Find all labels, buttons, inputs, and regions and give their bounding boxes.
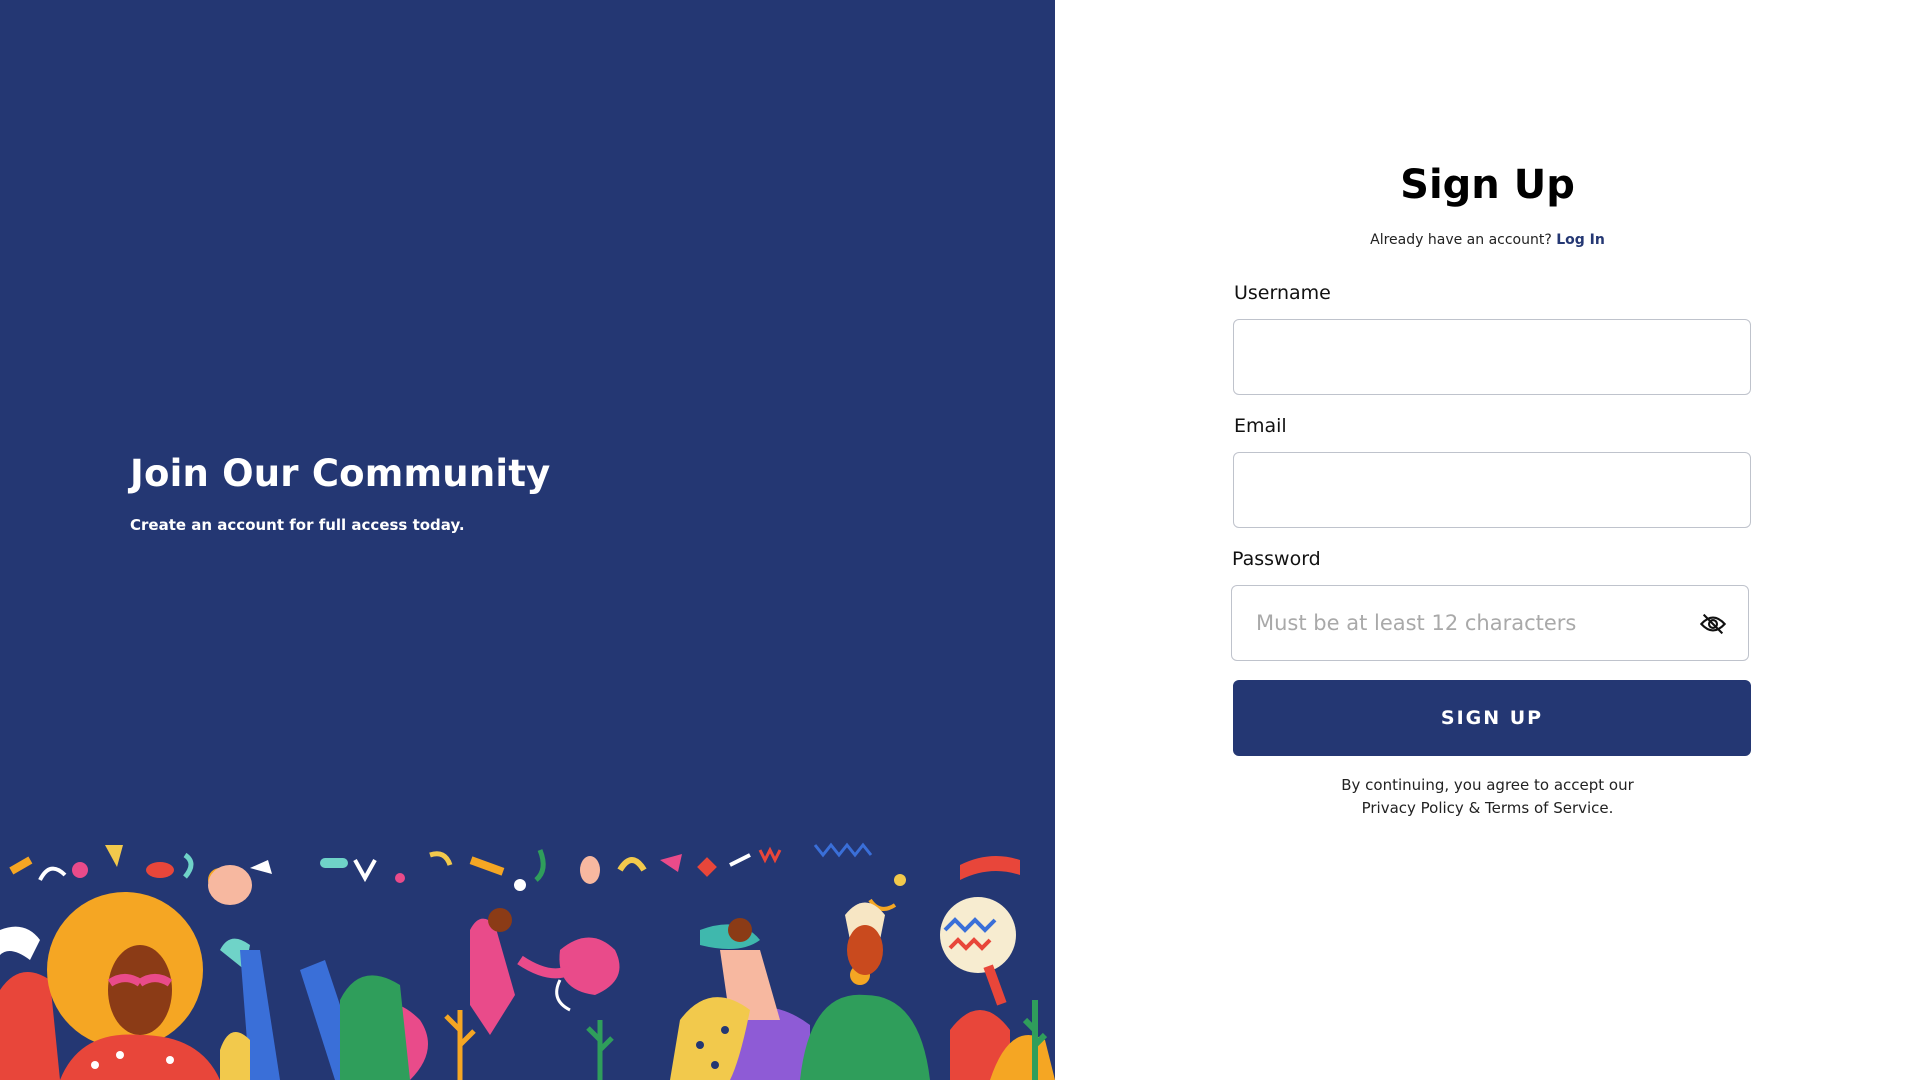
maraca bbox=[940, 897, 1016, 1006]
hero-title: Join Our Community bbox=[130, 452, 551, 495]
terms-line-2[interactable]: Privacy Policy & Terms of Service. bbox=[1055, 797, 1920, 820]
email-label: Email bbox=[1234, 415, 1287, 437]
confetti-shapes bbox=[9, 842, 1020, 911]
person-green-shirt bbox=[800, 902, 930, 1080]
password-visibility-toggle[interactable] bbox=[1696, 607, 1730, 641]
password-input[interactable] bbox=[1231, 585, 1749, 661]
hero-subtitle: Create an account for full access today. bbox=[130, 516, 465, 534]
signup-panel: Sign Up Already have an account? Log In … bbox=[1055, 0, 1920, 1080]
eye-off-icon bbox=[1699, 613, 1727, 635]
password-label: Password bbox=[1232, 548, 1321, 570]
person-raised-arms bbox=[220, 950, 410, 1080]
username-label: Username bbox=[1234, 282, 1331, 304]
username-input[interactable] bbox=[1233, 319, 1751, 395]
email-input[interactable] bbox=[1233, 452, 1751, 528]
person-curly-hair bbox=[47, 892, 220, 1080]
form-title: Sign Up bbox=[1400, 162, 1575, 208]
person-pink-dancer bbox=[470, 908, 573, 1035]
terms-notice: By continuing, you agree to accept our P… bbox=[1055, 774, 1920, 820]
terms-line-1: By continuing, you agree to accept our bbox=[1341, 776, 1634, 794]
community-illustration bbox=[0, 842, 1055, 1080]
login-prompt-text: Already have an account? bbox=[1370, 232, 1552, 248]
login-link[interactable]: Log In bbox=[1556, 232, 1605, 248]
sign-up-button[interactable]: SIGN UP bbox=[1233, 680, 1751, 756]
login-prompt: Already have an account? Log In bbox=[1055, 232, 1920, 248]
hero-panel: Join Our Community Create an account for… bbox=[0, 0, 1055, 1080]
